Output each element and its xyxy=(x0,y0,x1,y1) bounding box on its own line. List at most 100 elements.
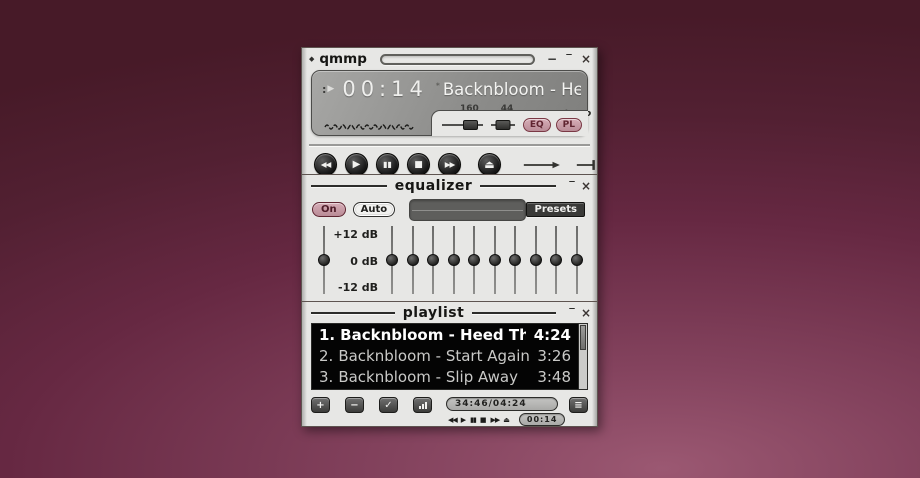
indicator-colon-icon: : xyxy=(322,83,326,96)
select-button[interactable]: ✓ xyxy=(379,397,398,413)
pl-close-button[interactable]: × xyxy=(580,306,592,320)
volume-slider[interactable] xyxy=(442,119,483,131)
check-icon: ✓ xyxy=(384,400,392,411)
shade-button[interactable]: ‾ xyxy=(563,54,575,64)
titlebar-line-left xyxy=(311,185,387,187)
playlist-time-displays: 34:46/04:24 ◀◀ ▶ ▮▮ ■ ▶▶ ⏏ 00:14 xyxy=(446,397,558,426)
pl-shade-button[interactable]: ‾ xyxy=(566,308,578,318)
eq-close-button[interactable]: × xyxy=(580,179,592,193)
band-knob[interactable] xyxy=(509,254,521,266)
main-window: ◆ qmmp − ‾ × : ▶ 00:14 ⁎ Backnbloom xyxy=(301,47,598,175)
play-state-indicator: : ▶ xyxy=(322,83,334,96)
band-knob[interactable] xyxy=(489,254,501,266)
stop-icon: ■ xyxy=(414,160,423,170)
pl-toggle-button[interactable]: PL xyxy=(556,118,582,132)
add-icon: + xyxy=(316,400,324,411)
seekbar-waveform[interactable] xyxy=(324,122,414,130)
track-duration: 4:24 xyxy=(534,326,571,344)
equalizer-title: equalizer xyxy=(395,178,473,194)
remove-track-button[interactable]: − xyxy=(345,397,364,413)
app-icon: ◆ xyxy=(309,55,314,63)
band-knob[interactable] xyxy=(448,254,460,266)
preamp-slider[interactable] xyxy=(318,224,330,296)
titlebar-line-left xyxy=(311,312,395,314)
sort-button[interactable] xyxy=(413,397,432,413)
scrollbar-thumb[interactable] xyxy=(580,325,586,350)
scale-minus12-label: -12 dB xyxy=(330,281,378,294)
eq-auto-button[interactable]: Auto xyxy=(353,202,396,217)
band-knob[interactable] xyxy=(427,254,439,266)
mini-eject-icon[interactable]: ⏏ xyxy=(503,416,510,424)
window-title: qmmp xyxy=(319,51,366,67)
playlist-toolbar: + − ✓ 34:46/04:24 ◀◀ ▶ ▮▮ ■ ▶▶ ⏏ 00:14 xyxy=(302,390,597,426)
previous-button[interactable]: ◀◀ xyxy=(314,153,337,176)
playlist-row[interactable]: 1. Backnbloom - Heed The ... 4:24 xyxy=(312,324,587,345)
eq-band-2-slider[interactable] xyxy=(407,224,419,296)
add-track-button[interactable]: + xyxy=(311,397,330,413)
eq-band-4-slider[interactable] xyxy=(448,224,460,296)
eq-shade-button[interactable]: ‾ xyxy=(566,181,578,191)
band-knob[interactable] xyxy=(468,254,480,266)
track-title: Backnbloom - Start Again xyxy=(338,347,529,365)
stop-button[interactable]: ■ xyxy=(407,153,430,176)
mini-pause-icon[interactable]: ▮▮ xyxy=(470,416,476,424)
eq-toggle-button[interactable]: EQ xyxy=(523,118,551,132)
eq-sliders-area: +12 dB 0 dB -12 dB xyxy=(302,220,597,300)
eq-band-8-slider[interactable] xyxy=(530,224,542,296)
playlist-row[interactable]: 2. Backnbloom - Start Again 3:26 xyxy=(312,345,587,366)
balance-slider-handle[interactable] xyxy=(495,120,510,130)
playlist-title: playlist xyxy=(403,305,465,321)
eq-band-1-slider[interactable] xyxy=(386,224,398,296)
next-button[interactable]: ▶▶ xyxy=(438,153,461,176)
volume-slider-handle[interactable] xyxy=(463,120,478,130)
track-duration: 3:26 xyxy=(537,347,571,365)
shuffle-arrow-icon[interactable] xyxy=(523,159,561,171)
titlebar-line-right xyxy=(480,185,556,187)
pause-button[interactable]: ▮▮ xyxy=(376,153,399,176)
mini-play-icon[interactable]: ▶ xyxy=(461,416,466,424)
band-knob[interactable] xyxy=(571,254,583,266)
track-title: Backnbloom - Slip Away xyxy=(338,368,529,386)
playlist-row[interactable]: 3. Backnbloom - Slip Away 3:48 xyxy=(312,366,587,387)
track-title: Backnbloom - Heed The ... xyxy=(340,326,526,344)
total-time-display[interactable]: 34:46/04:24 xyxy=(446,397,558,411)
close-button[interactable]: × xyxy=(580,52,592,66)
eq-band-3-slider[interactable] xyxy=(427,224,439,296)
band-knob[interactable] xyxy=(407,254,419,266)
eq-presets-button[interactable]: Presets xyxy=(526,202,585,217)
repeat-bar-icon[interactable] xyxy=(576,158,597,172)
eject-button[interactable]: ⏏ xyxy=(478,153,501,176)
main-titlebar[interactable]: ◆ qmmp − ‾ × xyxy=(302,48,597,68)
eq-band-10-slider[interactable] xyxy=(571,224,583,296)
eq-band-5-slider[interactable] xyxy=(468,224,480,296)
minimize-button[interactable]: − xyxy=(546,52,558,66)
band-knob[interactable] xyxy=(386,254,398,266)
preamp-slider-knob[interactable] xyxy=(318,254,330,266)
playlist-menu-button[interactable]: ≡ xyxy=(569,397,588,413)
eq-band-6-slider[interactable] xyxy=(489,224,501,296)
balance-slider[interactable] xyxy=(491,119,515,131)
band-knob[interactable] xyxy=(530,254,542,266)
play-triangle-icon: ▶ xyxy=(327,84,334,94)
track-number: 1. xyxy=(319,326,335,344)
eq-on-button[interactable]: On xyxy=(312,202,346,217)
playlist-list: 1. Backnbloom - Heed The ... 4:24 2. Bac… xyxy=(311,323,588,390)
playlist-titlebar[interactable]: playlist ‾ × xyxy=(302,302,597,321)
eq-band-7-slider[interactable] xyxy=(509,224,521,296)
eq-band-sliders xyxy=(386,224,587,300)
mini-stop-icon[interactable]: ■ xyxy=(480,416,487,424)
band-knob[interactable] xyxy=(550,254,562,266)
elapsed-time-small-display[interactable]: 00:14 xyxy=(519,413,565,426)
equalizer-titlebar[interactable]: equalizer ‾ × xyxy=(302,175,597,194)
elapsed-time-display[interactable]: 00:14 xyxy=(342,77,428,101)
pause-icon: ▮▮ xyxy=(383,160,392,169)
mini-previous-icon[interactable]: ◀◀ xyxy=(448,416,457,424)
previous-icon: ◀◀ xyxy=(321,160,331,169)
playlist-window: playlist ‾ × 1. Backnbloom - Heed The ..… xyxy=(301,301,598,427)
playlist-edit-buttons: + − ✓ xyxy=(311,397,432,413)
qmmp-application: ◆ qmmp − ‾ × : ▶ 00:14 ⁎ Backnbloom xyxy=(301,47,598,427)
play-button[interactable]: ▶ xyxy=(345,153,368,176)
eq-band-9-slider[interactable] xyxy=(550,224,562,296)
mini-next-icon[interactable]: ▶▶ xyxy=(491,416,500,424)
playlist-scrollbar[interactable] xyxy=(578,324,587,389)
